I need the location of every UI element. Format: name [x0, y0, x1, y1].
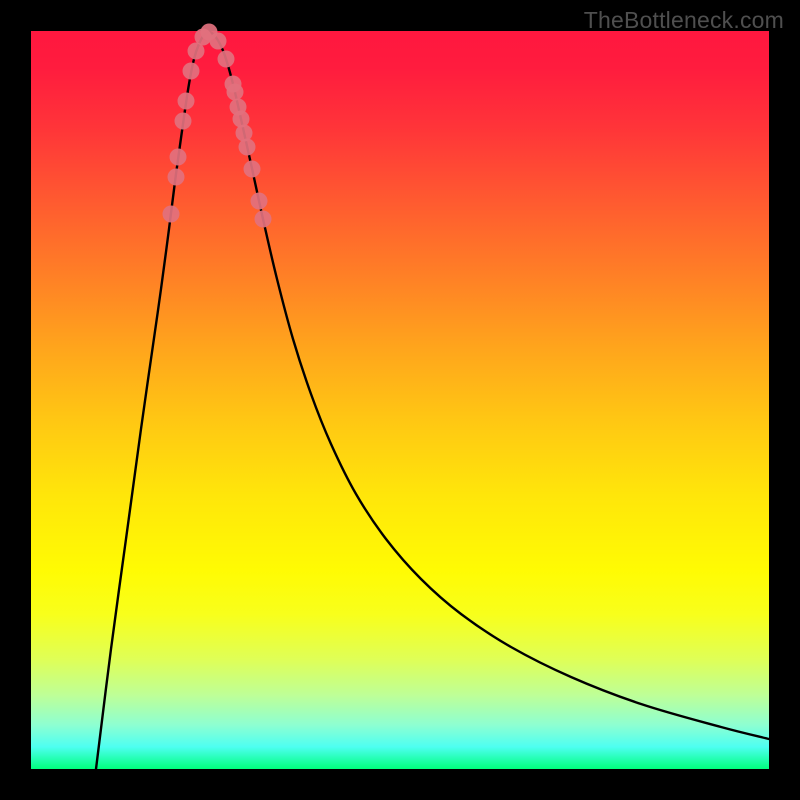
- plot-area: [31, 31, 769, 769]
- curve-marker: [170, 149, 187, 166]
- bottleneck-curve-path: [96, 32, 769, 769]
- curve-marker: [218, 51, 235, 68]
- curve-marker: [227, 84, 244, 101]
- curve-marker: [251, 193, 268, 210]
- curve-marker: [233, 111, 250, 128]
- curve-marker: [168, 169, 185, 186]
- chart-frame: TheBottleneck.com: [0, 0, 800, 800]
- curve-marker: [183, 63, 200, 80]
- bottleneck-curve: [96, 32, 769, 769]
- watermark-text: TheBottleneck.com: [584, 7, 784, 34]
- curve-marker: [236, 125, 253, 142]
- curve-marker: [175, 113, 192, 130]
- curve-marker: [163, 206, 180, 223]
- curve-marker: [210, 33, 227, 50]
- curve-layer: [31, 31, 769, 769]
- curve-marker: [244, 161, 261, 178]
- curve-markers: [163, 24, 272, 228]
- curve-marker: [178, 93, 195, 110]
- curve-marker: [255, 211, 272, 228]
- curve-marker: [239, 139, 256, 156]
